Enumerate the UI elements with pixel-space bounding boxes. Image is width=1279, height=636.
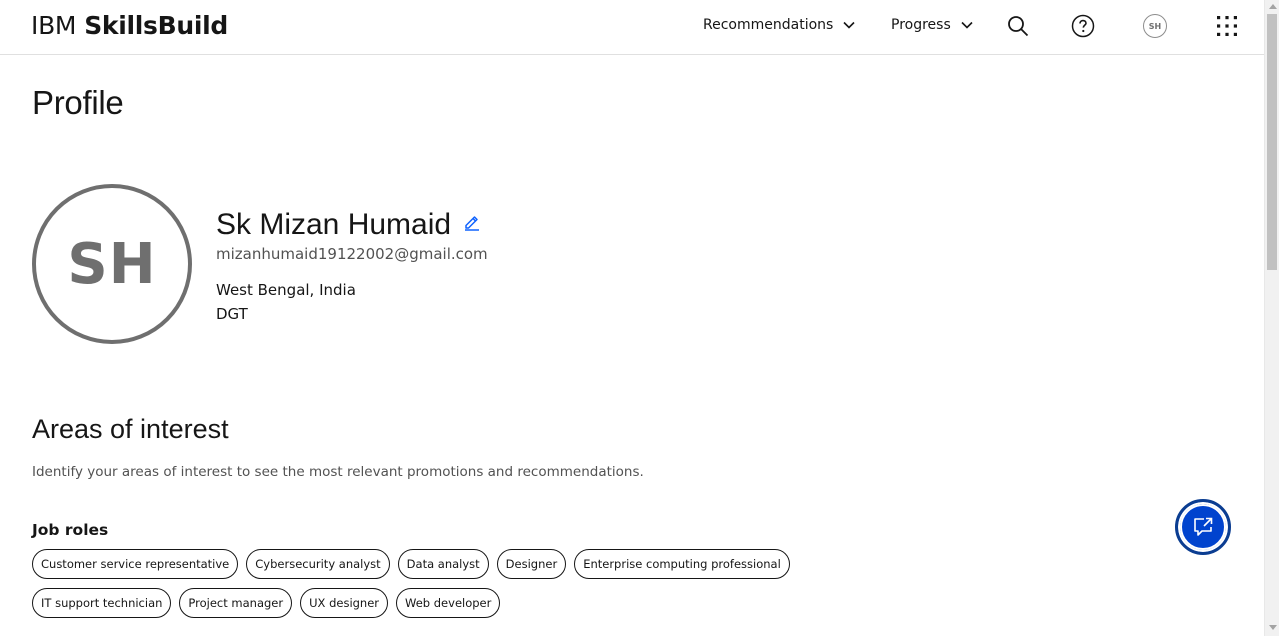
pencil-icon xyxy=(465,216,480,231)
search-icon xyxy=(1008,16,1029,37)
job-roles-heading: Job roles xyxy=(32,521,109,539)
areas-of-interest-title: Areas of interest xyxy=(32,414,229,444)
job-role-chip[interactable]: Designer xyxy=(496,549,567,579)
job-role-chip[interactable]: Enterprise computing professional xyxy=(574,549,790,579)
brand-name: SkillsBuild xyxy=(84,11,229,40)
profile-avatar: SH xyxy=(32,184,192,344)
job-role-chip[interactable]: Project manager xyxy=(179,588,293,618)
chevron-down-icon xyxy=(843,21,855,29)
nav-recommendations-label: Recommendations xyxy=(703,17,834,33)
nav-recommendations[interactable]: Recommendations xyxy=(703,17,855,33)
profile-name-row: Sk Mizan Humaid xyxy=(216,208,481,242)
brand-prefix: IBM xyxy=(31,11,77,40)
profile-name: Sk Mizan Humaid xyxy=(216,208,452,241)
brand-logo[interactable]: IBM SkillsBuild xyxy=(31,11,228,40)
vertical-scrollbar[interactable] xyxy=(1264,0,1279,636)
scroll-down-arrow-icon[interactable] xyxy=(1269,625,1277,630)
job-role-chip[interactable]: Customer service representative xyxy=(32,549,239,579)
scrollbar-thumb[interactable] xyxy=(1267,14,1277,270)
job-role-chip[interactable]: IT support technician xyxy=(32,588,172,618)
page-title: Profile xyxy=(32,84,124,121)
app-switcher-button[interactable] xyxy=(1214,13,1240,39)
nav-progress[interactable]: Progress xyxy=(891,17,973,33)
help-icon xyxy=(1071,14,1095,38)
app-switcher-icon xyxy=(1217,16,1237,36)
job-role-chip[interactable]: Cybersecurity analyst xyxy=(246,549,390,579)
nav-progress-label: Progress xyxy=(891,17,951,33)
job-role-chip[interactable]: UX designer xyxy=(300,588,389,618)
chevron-down-icon xyxy=(961,21,973,29)
profile-organization: DGT xyxy=(216,305,248,323)
feedback-launch-button[interactable] xyxy=(1175,499,1231,555)
areas-of-interest-description: Identify your areas of interest to see t… xyxy=(32,464,644,480)
scroll-up-arrow-icon[interactable] xyxy=(1269,4,1277,9)
feedback-launch-ring xyxy=(1180,504,1226,550)
job-role-chip[interactable]: Web developer xyxy=(396,588,501,618)
top-header: IBM SkillsBuild Recommendations Progress… xyxy=(0,0,1264,55)
profile-avatar-initials: SH xyxy=(67,231,157,297)
profile-location: West Bengal, India xyxy=(216,281,356,299)
job-role-chip[interactable]: Data analyst xyxy=(397,549,489,579)
help-button[interactable] xyxy=(1070,13,1096,39)
profile-email: mizanhumaid19122002@gmail.com xyxy=(216,245,488,263)
user-avatar-button[interactable]: SH xyxy=(1143,14,1167,38)
job-role-chips: Customer service representative Cybersec… xyxy=(32,549,792,618)
avatar-initials: SH xyxy=(1148,21,1162,31)
search-button[interactable] xyxy=(1005,13,1031,39)
edit-profile-button[interactable] xyxy=(463,213,481,231)
chat-launch-icon xyxy=(1194,517,1213,536)
